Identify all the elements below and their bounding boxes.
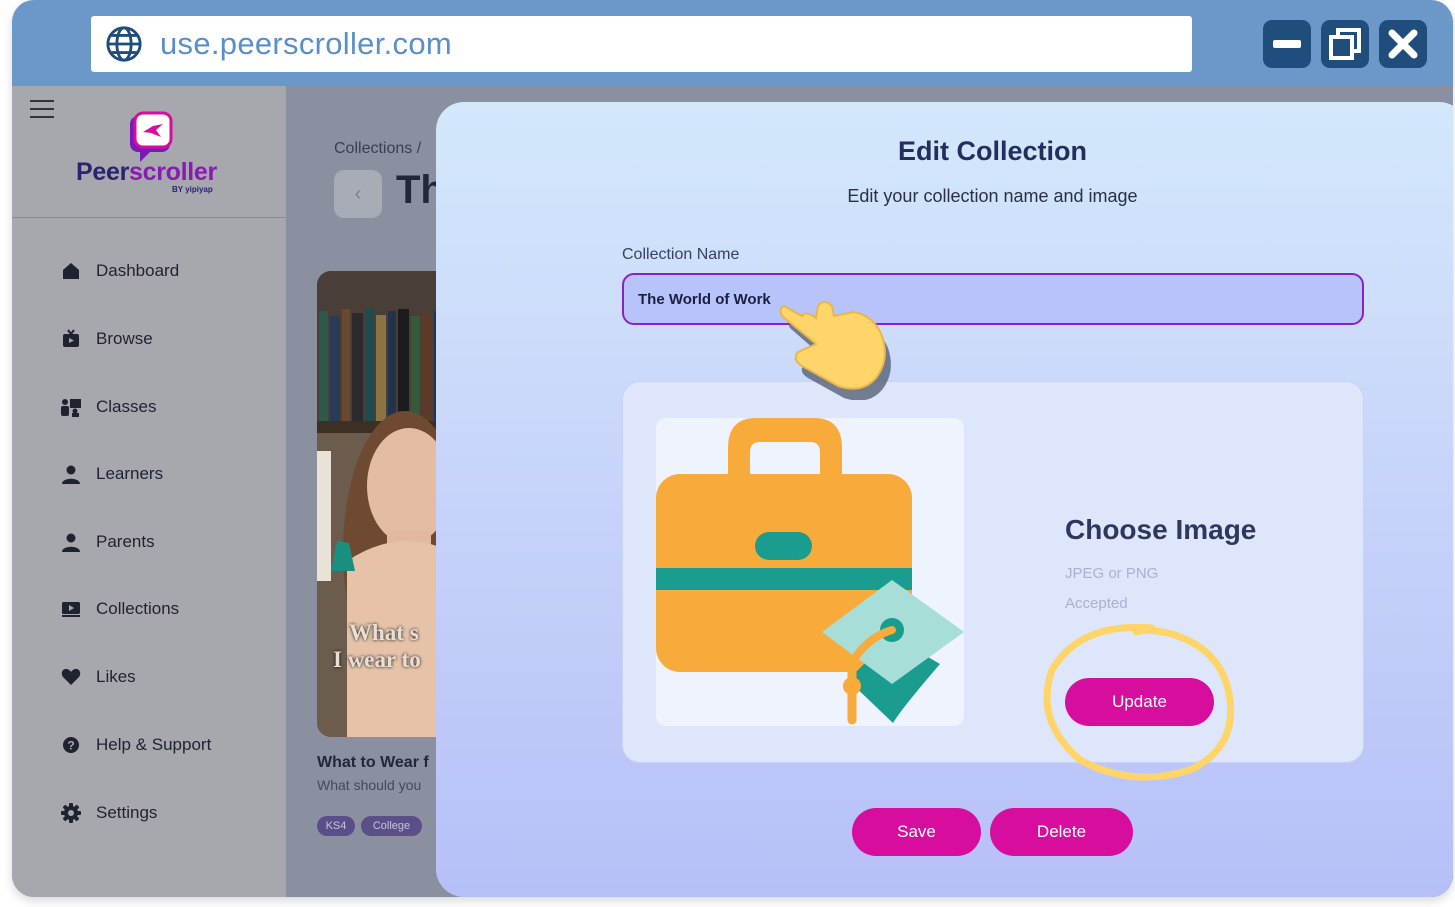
sidebar-item-likes[interactable]: Likes	[60, 664, 136, 690]
delete-button[interactable]: Delete	[990, 808, 1133, 856]
restore-icon	[1329, 28, 1361, 60]
chevron-left-icon: ‹	[354, 182, 362, 205]
pointing-hand-icon	[779, 301, 891, 400]
image-picker-panel: Choose Image JPEG or PNG Accepted Update	[622, 381, 1364, 763]
sidebar-item-help-support[interactable]: ? Help & Support	[60, 732, 211, 758]
sidebar-item-label: Classes	[96, 397, 157, 416]
collection-name-input[interactable]	[622, 273, 1364, 325]
gear-icon	[60, 802, 82, 824]
heart-icon	[60, 666, 82, 688]
brand-name: Peerscroller	[76, 158, 217, 186]
sidebar-item-label: Parents	[96, 532, 155, 551]
card-overlay-line: I wear to	[333, 647, 421, 672]
tag-college: College	[361, 816, 422, 836]
tag-ks4: KS4	[317, 816, 355, 836]
highlight-circle-annotation	[1043, 623, 1235, 781]
sidebar-item-settings[interactable]: Settings	[60, 800, 157, 826]
sidebar-item-dashboard[interactable]: Dashboard	[60, 258, 179, 284]
card-title[interactable]: What to Wear f	[317, 754, 429, 772]
minimize-icon	[1273, 40, 1301, 48]
classroom-icon	[60, 396, 82, 418]
help-icon: ?	[60, 734, 82, 756]
breadcrumb[interactable]: Collections /	[334, 140, 421, 158]
address-bar[interactable]: use.peerscroller.com	[91, 16, 1192, 72]
svg-text:?: ?	[67, 739, 74, 753]
home-icon	[60, 260, 82, 282]
close-icon	[1388, 29, 1418, 59]
sidebar-item-learners[interactable]: Learners	[60, 461, 163, 487]
collection-image-preview	[656, 418, 964, 726]
hamburger-menu-icon[interactable]	[30, 100, 54, 118]
sidebar: Peerscroller BY yipiyap Dashboard Browse…	[12, 86, 286, 897]
peerscroller-logo-icon	[130, 111, 173, 162]
maximize-button[interactable]	[1321, 20, 1369, 68]
modal-title: Edit Collection	[898, 136, 1087, 166]
person-icon	[60, 463, 82, 485]
minimize-button[interactable]	[1263, 20, 1311, 68]
brand-byline: BY yipiyap	[172, 185, 213, 194]
modal-subtitle: Edit your collection name and image	[847, 186, 1138, 206]
sidebar-item-classes[interactable]: Classes	[60, 394, 156, 420]
sidebar-item-label: Settings	[96, 803, 158, 822]
sidebar-item-collections[interactable]: Collections	[60, 596, 179, 622]
edit-collection-modal: Edit Collection Edit your collection nam…	[436, 102, 1453, 897]
sidebar-item-label: Learners	[96, 464, 164, 483]
collection-icon	[60, 598, 82, 620]
briefcase-graduation-icon	[656, 418, 964, 725]
brand-header: Peerscroller BY yipiyap	[12, 86, 286, 218]
card-subtitle: What should you	[317, 777, 422, 793]
tv-icon	[60, 328, 82, 350]
close-window-button[interactable]	[1379, 20, 1427, 68]
sidebar-item-browse[interactable]: Browse	[60, 326, 153, 352]
card-overlay-line: What s	[349, 620, 419, 645]
url-text: use.peerscroller.com	[160, 26, 453, 61]
save-button[interactable]: Save	[852, 808, 981, 856]
back-button[interactable]: ‹	[334, 170, 382, 218]
choose-image-title: Choose Image	[1065, 514, 1257, 545]
collection-name-label: Collection Name	[622, 246, 740, 263]
card-overlay-text: What s I wear to	[333, 619, 421, 673]
sidebar-item-label: Browse	[96, 329, 153, 348]
sidebar-item-label: Dashboard	[96, 261, 180, 280]
sidebar-item-label: Help & Support	[96, 735, 212, 754]
sidebar-item-label: Collections	[96, 599, 180, 618]
sidebar-item-label: Likes	[96, 667, 136, 686]
file-type-note: Accepted	[1065, 595, 1128, 612]
file-type-note: JPEG or PNG	[1065, 565, 1159, 582]
globe-icon	[106, 26, 142, 62]
person-icon	[60, 531, 82, 553]
sidebar-item-parents[interactable]: Parents	[60, 529, 155, 555]
